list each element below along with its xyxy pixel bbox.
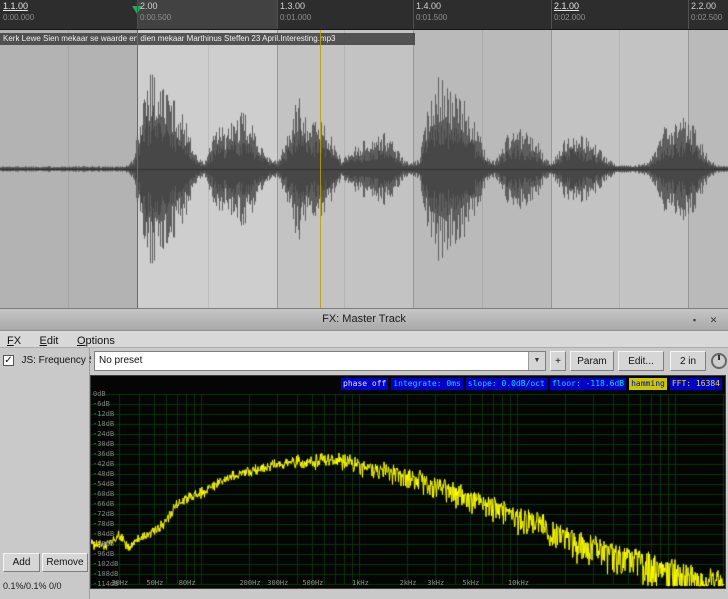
edit-cursor-line	[137, 30, 138, 308]
io-routing-button[interactable]: 2 in	[670, 351, 706, 371]
fx-plugin-list: ✓ JS: Frequency S Add Remove 0.1%/0.1% 0…	[0, 348, 90, 599]
spectrum-status-chip: FFT: 16384	[670, 378, 722, 390]
ruler-tick	[551, 0, 552, 29]
wet-dry-knob[interactable]	[711, 353, 727, 369]
spectrum-status-chip: slope: 0.0dB/oct	[466, 378, 547, 390]
spectrum-status-row: phase offintegrate: 0ms slope: 0.0dB/octf…	[341, 378, 722, 390]
freq-axis-label: 300Hz	[267, 579, 288, 587]
db-axis-label: -84dB	[93, 530, 114, 538]
freq-axis-label: 200Hz	[239, 579, 260, 587]
db-axis-label: -6dB	[93, 400, 110, 408]
ruler-marker: 1.3.00 0:01.000	[280, 0, 311, 22]
ruler-beat-label: 1.3.00	[280, 1, 311, 11]
db-axis-label: -48dB	[93, 470, 114, 478]
preset-value: No preset	[99, 352, 142, 370]
ruler-marker: 1.4.00 0:01.500	[416, 0, 447, 22]
ruler-time-label: 0:02.500	[691, 13, 722, 22]
db-axis-label: -66dB	[93, 500, 114, 508]
arrange-view: 1.1.00 0:00.000 2.00 0:00.500 1.3.00 0:01.000…	[0, 0, 728, 308]
plugin-row[interactable]: ✓ JS: Frequency S	[3, 352, 88, 366]
db-axis-label: -24dB	[93, 430, 114, 438]
ruler-beat-label: 2.00	[140, 1, 171, 11]
ruler-time-label: 0:01.500	[416, 13, 447, 22]
preset-toolbar: No preset ▼ + Param Edit... 2 in	[90, 348, 728, 375]
db-axis-label: 0dB	[93, 390, 106, 398]
ruler-time-label: 0:00.500	[140, 13, 171, 22]
ruler-beat-label: 2.2.00	[691, 1, 722, 11]
remove-fx-button[interactable]: Remove	[42, 553, 88, 572]
ruler-marker: 2.1.00 0:02.000	[554, 0, 585, 22]
spectrum-status-chip: hamming	[629, 378, 667, 390]
spectrum-analyzer[interactable]: phase offintegrate: 0ms slope: 0.0dB/octf…	[90, 375, 726, 589]
waveform[interactable]	[0, 30, 728, 308]
ruler-tick	[137, 0, 138, 29]
db-axis-label: -78dB	[93, 520, 114, 528]
ruler-time-label: 0:01.000	[280, 13, 311, 22]
ruler-tick	[277, 0, 278, 29]
add-fx-button[interactable]: Add	[3, 553, 40, 572]
spectrum-status-chip: phase off	[341, 378, 388, 390]
param-button[interactable]: Param	[570, 351, 614, 371]
ruler-beat-label: 1.1.00	[3, 1, 34, 11]
db-axis-label: -96dB	[93, 550, 114, 558]
freq-axis-label: 30Hz	[111, 579, 128, 587]
media-item-title[interactable]: Kerk Lewe Sien mekaar se waarde en dien …	[0, 33, 415, 45]
menu-edit[interactable]: Edit	[33, 333, 66, 347]
ruler-marker: 1.1.00 0:00.000	[3, 0, 34, 22]
marker-line	[320, 30, 321, 308]
freq-axis-label: 5kHz	[462, 579, 479, 587]
plugin-enabled-checkbox[interactable]: ✓	[3, 355, 14, 366]
fx-window-title: FX: Master Track	[0, 309, 728, 330]
plugin-name: JS: Frequency S	[21, 355, 91, 366]
freq-axis-label: 2kHz	[400, 579, 417, 587]
close-icon[interactable]: ✕	[706, 313, 721, 328]
ruler-time-label: 0:02.000	[554, 13, 585, 22]
fx-window-titlebar[interactable]: FX: Master Track ▪ ✕	[0, 309, 728, 331]
ruler-time-label: 0:00.000	[3, 13, 34, 22]
save-preset-button[interactable]: +	[550, 351, 566, 371]
freq-axis-label: 10kHz	[508, 579, 529, 587]
db-axis-label: -90dB	[93, 540, 114, 548]
freq-axis-label: 80Hz	[179, 579, 196, 587]
freq-axis-label: 3kHz	[427, 579, 444, 587]
ruler-tick	[688, 0, 689, 29]
freq-axis-label: 50Hz	[146, 579, 163, 587]
ruler-beat-label: 1.4.00	[416, 1, 447, 11]
fx-window: FX: Master Track ▪ ✕ FX Edit Options ✓ J…	[0, 308, 728, 599]
db-axis-label: -12dB	[93, 410, 114, 418]
edit-button[interactable]: Edit...	[618, 351, 664, 371]
chevron-down-icon[interactable]: ▼	[528, 352, 545, 370]
spectrum-plot	[91, 376, 725, 588]
ruler-marker: 2.00 0:00.500	[140, 0, 171, 22]
ruler-marker: 2.2.00 0:02.500	[691, 0, 722, 22]
db-axis-label: -18dB	[93, 420, 114, 428]
ruler-tick	[413, 0, 414, 29]
db-axis-label: -42dB	[93, 460, 114, 468]
preset-dropdown[interactable]: No preset ▼	[94, 351, 546, 371]
ruler-beat-label: 2.1.00	[554, 1, 585, 11]
db-axis-label: -108dB	[93, 570, 118, 578]
db-axis-label: -72dB	[93, 510, 114, 518]
db-axis-label: -60dB	[93, 490, 114, 498]
freq-axis-label: 500Hz	[302, 579, 323, 587]
spectrum-status-chip: floor: -118.6dB	[550, 378, 626, 390]
db-axis-label: -36dB	[93, 450, 114, 458]
track-lane[interactable]: Kerk Lewe Sien mekaar se waarde en dien …	[0, 30, 728, 308]
db-axis-label: -102dB	[93, 560, 118, 568]
db-axis-label: -54dB	[93, 480, 114, 488]
fx-menubar: FX Edit Options	[0, 331, 728, 348]
menu-options[interactable]: Options	[70, 333, 122, 347]
spectrum-status-chip: integrate: 0ms	[391, 378, 462, 390]
db-axis-label: -30dB	[93, 440, 114, 448]
cpu-usage: 0.1%/0.1% 0/0	[3, 581, 62, 591]
menu-fx[interactable]: FX	[0, 333, 28, 347]
dock-icon[interactable]: ▪	[687, 313, 702, 328]
freq-axis-label: 1kHz	[352, 579, 369, 587]
timeline-ruler[interactable]: 1.1.00 0:00.000 2.00 0:00.500 1.3.00 0:01.000…	[0, 0, 728, 30]
